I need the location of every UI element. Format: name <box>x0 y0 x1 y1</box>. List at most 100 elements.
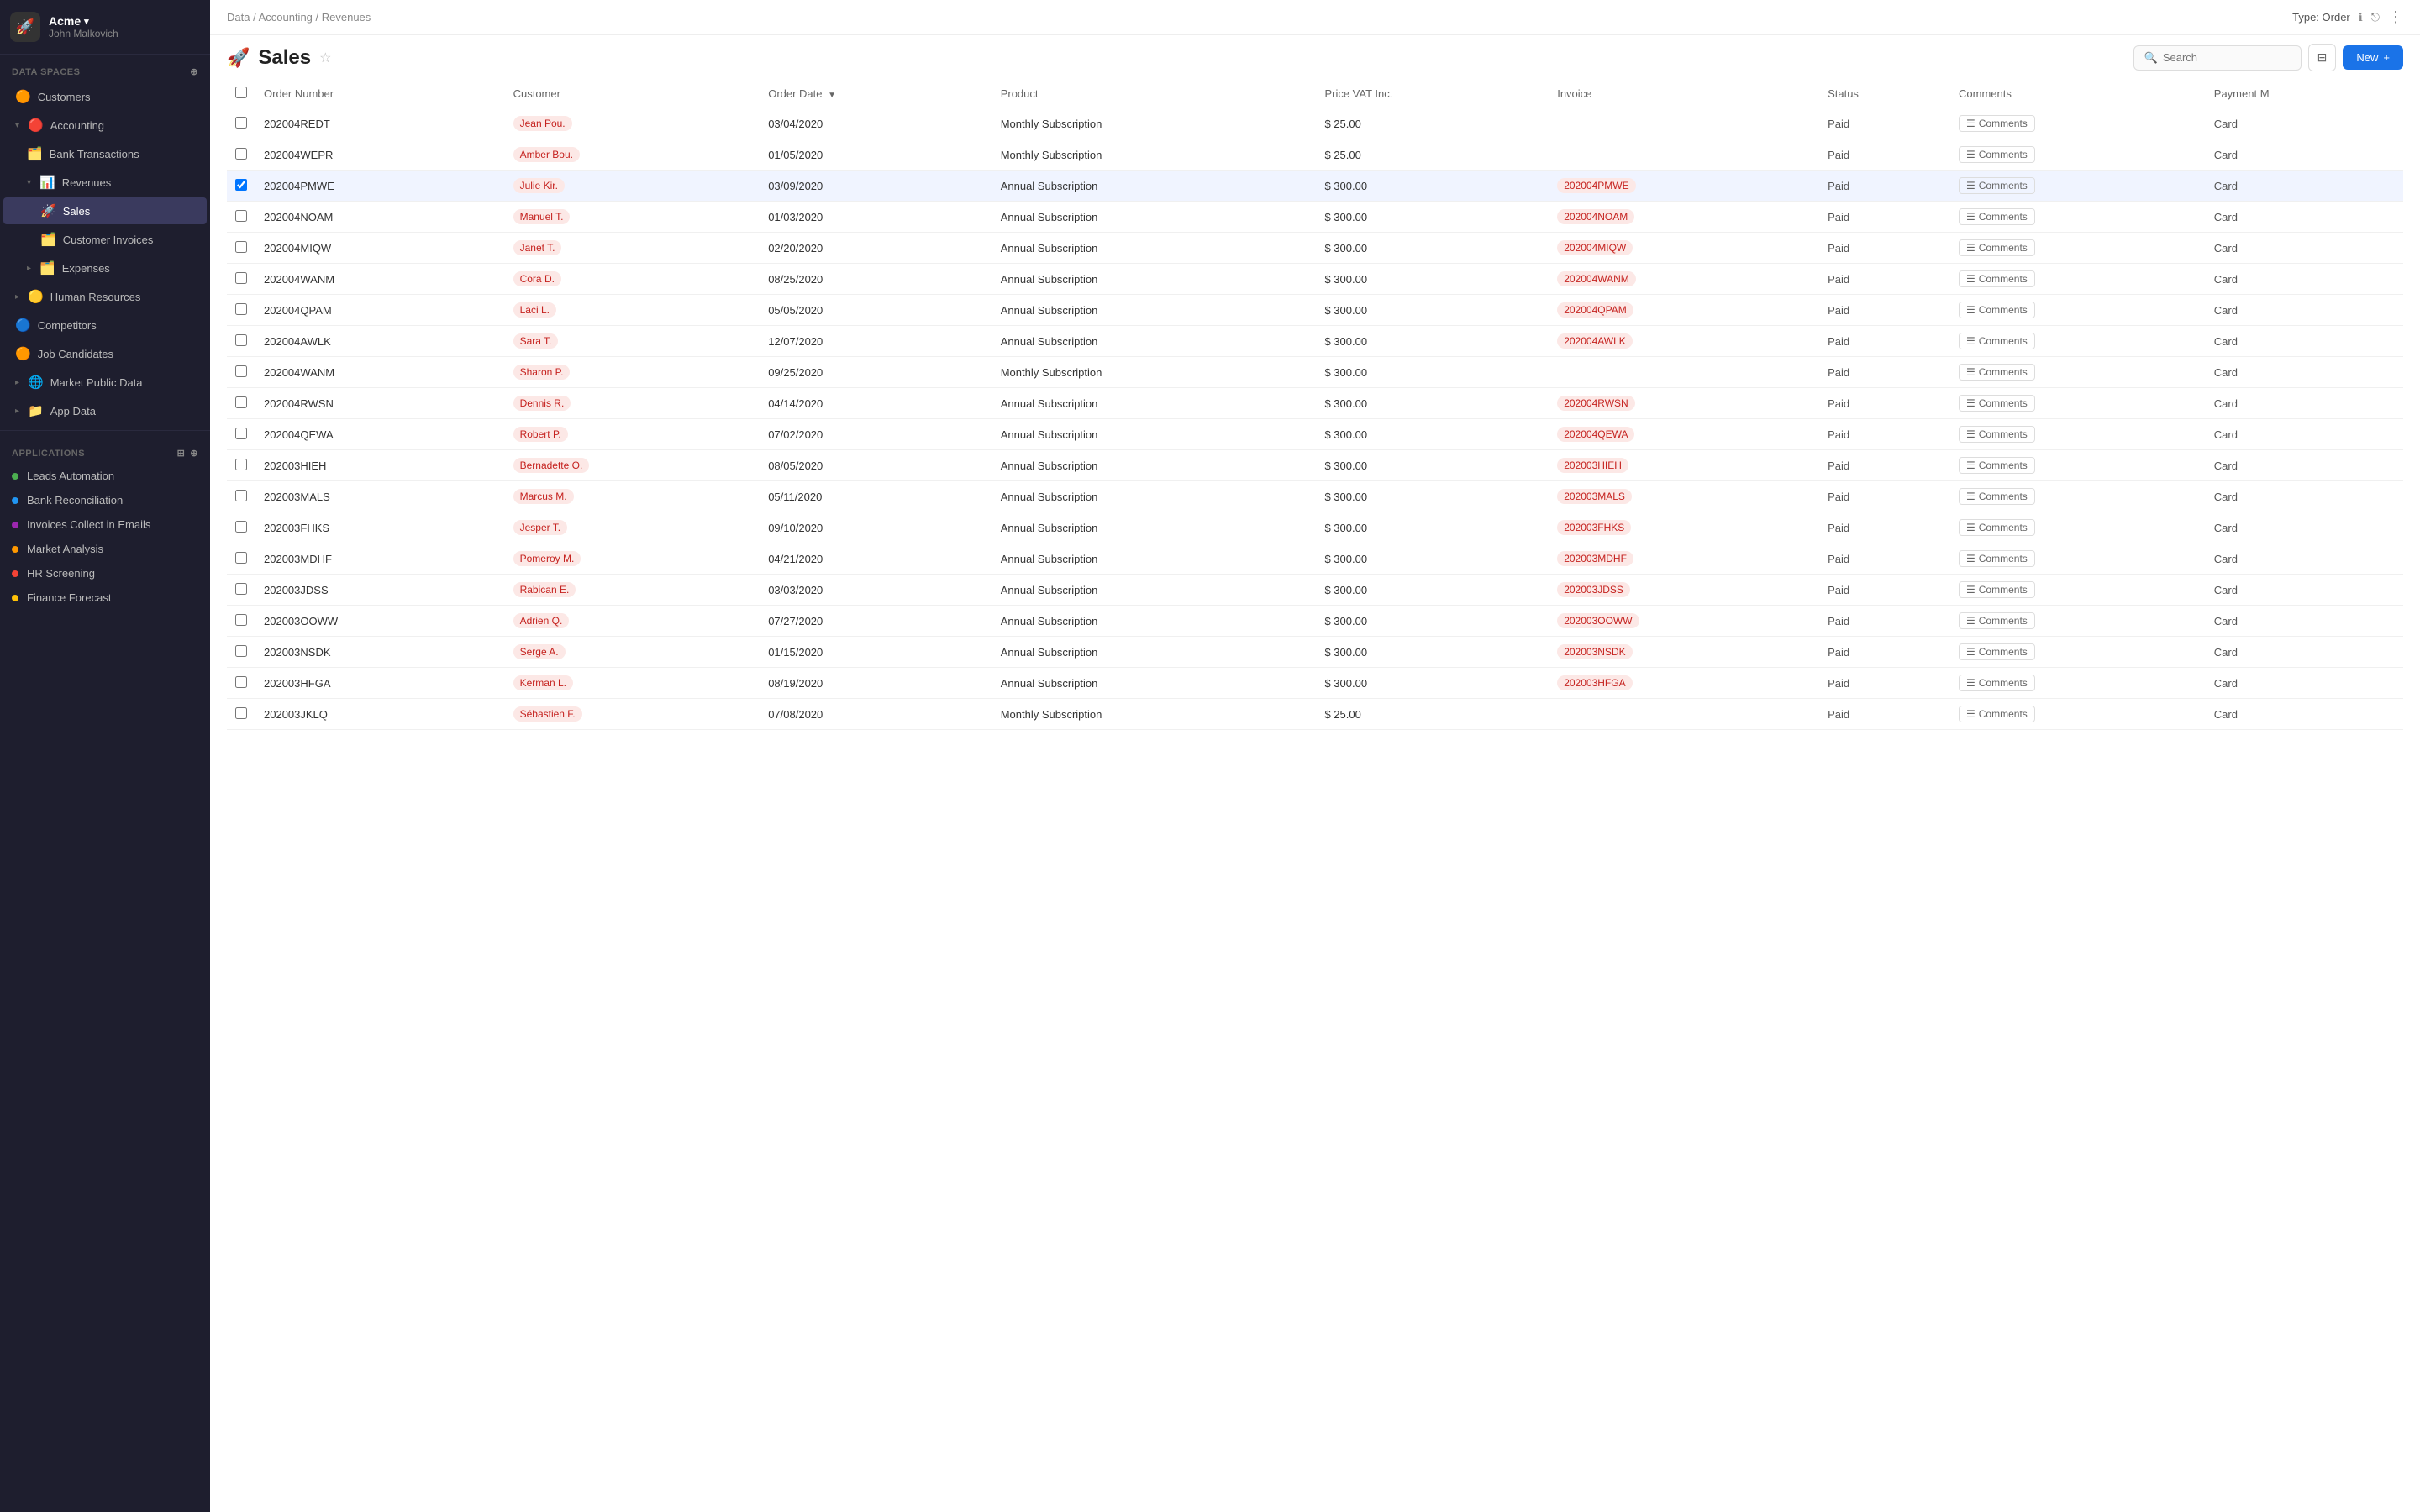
favorite-star-icon[interactable]: ☆ <box>319 50 331 66</box>
row-checkbox[interactable] <box>235 365 247 377</box>
col-order-date[interactable]: Order Date ▼ <box>760 80 992 108</box>
row-checkbox[interactable] <box>235 707 247 719</box>
row-checkbox[interactable] <box>235 241 247 253</box>
sidebar-item-customers[interactable]: 🟠 Customers <box>3 83 207 110</box>
row-checkbox-cell[interactable] <box>227 668 255 699</box>
comments-cell[interactable]: ☰ Comments <box>1950 171 2206 202</box>
row-checkbox-cell[interactable] <box>227 606 255 637</box>
comments-cell[interactable]: ☰ Comments <box>1950 264 2206 295</box>
row-checkbox[interactable] <box>235 272 247 284</box>
invoice-tag[interactable]: 202003MALS <box>1557 489 1632 504</box>
customer-tag[interactable]: Pomeroy M. <box>513 551 581 566</box>
row-checkbox-cell[interactable] <box>227 419 255 450</box>
customer-tag[interactable]: Kerman L. <box>513 675 573 690</box>
comments-button[interactable]: ☰ Comments <box>1959 643 2035 660</box>
new-button[interactable]: New + <box>2343 45 2403 70</box>
customer-tag[interactable]: Amber Bou. <box>513 147 580 162</box>
comments-button[interactable]: ☰ Comments <box>1959 395 2035 412</box>
customer-tag[interactable]: Sharon P. <box>513 365 571 380</box>
comments-button[interactable]: ☰ Comments <box>1959 146 2035 163</box>
add-data-space-icon[interactable]: ⊕ <box>190 66 198 77</box>
app-item-invoices-collect[interactable]: Invoices Collect in Emails <box>0 512 210 537</box>
org-name[interactable]: Acme ▾ <box>49 14 118 28</box>
row-checkbox[interactable] <box>235 552 247 564</box>
row-checkbox-cell[interactable] <box>227 481 255 512</box>
customer-tag[interactable]: Cora D. <box>513 271 561 286</box>
info-icon[interactable]: ℹ <box>2359 11 2363 24</box>
sidebar-item-sales[interactable]: 🚀 Sales <box>3 197 207 224</box>
customer-cell[interactable]: Sébastien F. <box>505 699 760 730</box>
row-checkbox-cell[interactable] <box>227 264 255 295</box>
invoice-tag[interactable]: 202003FHKS <box>1557 520 1631 535</box>
invoice-tag[interactable]: 202004MIQW <box>1557 240 1633 255</box>
comments-cell[interactable]: ☰ Comments <box>1950 139 2206 171</box>
sidebar-item-accounting[interactable]: ▾ 🔴 Accounting <box>3 112 207 139</box>
row-checkbox[interactable] <box>235 490 247 501</box>
customer-tag[interactable]: Serge A. <box>513 644 566 659</box>
select-all-header[interactable] <box>227 80 255 108</box>
customer-cell[interactable]: Rabican E. <box>505 575 760 606</box>
sidebar-item-competitors[interactable]: 🔵 Competitors <box>3 312 207 339</box>
comments-button[interactable]: ☰ Comments <box>1959 612 2035 629</box>
customer-tag[interactable]: Jesper T. <box>513 520 567 535</box>
comments-cell[interactable]: ☰ Comments <box>1950 357 2206 388</box>
comments-button[interactable]: ☰ Comments <box>1959 364 2035 381</box>
invoice-tag[interactable]: 202004RWSN <box>1557 396 1635 411</box>
comments-cell[interactable]: ☰ Comments <box>1950 388 2206 419</box>
customer-cell[interactable]: Janet T. <box>505 233 760 264</box>
invoice-tag[interactable]: 202003HFGA <box>1557 675 1632 690</box>
customer-tag[interactable]: Manuel T. <box>513 209 571 224</box>
customer-cell[interactable]: Dennis R. <box>505 388 760 419</box>
comments-button[interactable]: ☰ Comments <box>1959 581 2035 598</box>
invoice-tag[interactable]: 202004WANM <box>1557 271 1636 286</box>
comments-button[interactable]: ☰ Comments <box>1959 457 2035 474</box>
customer-cell[interactable]: Bernadette O. <box>505 450 760 481</box>
comments-cell[interactable]: ☰ Comments <box>1950 543 2206 575</box>
select-all-checkbox[interactable] <box>235 87 247 98</box>
customer-tag[interactable]: Sara T. <box>513 333 559 349</box>
row-checkbox[interactable] <box>235 614 247 626</box>
row-checkbox[interactable] <box>235 210 247 222</box>
comments-button[interactable]: ☰ Comments <box>1959 333 2035 349</box>
comments-cell[interactable]: ☰ Comments <box>1950 233 2206 264</box>
row-checkbox[interactable] <box>235 583 247 595</box>
row-checkbox[interactable] <box>235 645 247 657</box>
comments-cell[interactable]: ☰ Comments <box>1950 606 2206 637</box>
comments-button[interactable]: ☰ Comments <box>1959 550 2035 567</box>
customer-cell[interactable]: Manuel T. <box>505 202 760 233</box>
sidebar-item-customer-invoices[interactable]: 🗂️ Customer Invoices <box>3 226 207 253</box>
invoice-tag[interactable]: 202004QEWA <box>1557 427 1634 442</box>
share-icon[interactable]: ⎋ <box>2371 11 2380 24</box>
row-checkbox-cell[interactable] <box>227 295 255 326</box>
row-checkbox-cell[interactable] <box>227 357 255 388</box>
customer-cell[interactable]: Julie Kir. <box>505 171 760 202</box>
app-item-bank-reconciliation[interactable]: Bank Reconciliation <box>0 488 210 512</box>
row-checkbox[interactable] <box>235 179 247 191</box>
comments-button[interactable]: ☰ Comments <box>1959 208 2035 225</box>
customer-cell[interactable]: Adrien Q. <box>505 606 760 637</box>
customer-tag[interactable]: Adrien Q. <box>513 613 570 628</box>
customer-tag[interactable]: Sébastien F. <box>513 706 582 722</box>
comments-button[interactable]: ☰ Comments <box>1959 675 2035 691</box>
customer-cell[interactable]: Jean Pou. <box>505 108 760 139</box>
comments-button[interactable]: ☰ Comments <box>1959 488 2035 505</box>
invoice-tag[interactable]: 202003OOWW <box>1557 613 1639 628</box>
row-checkbox-cell[interactable] <box>227 108 255 139</box>
row-checkbox[interactable] <box>235 459 247 470</box>
comments-button[interactable]: ☰ Comments <box>1959 270 2035 287</box>
row-checkbox-cell[interactable] <box>227 543 255 575</box>
row-checkbox-cell[interactable] <box>227 699 255 730</box>
invoice-tag[interactable]: 202003NSDK <box>1557 644 1632 659</box>
comments-button[interactable]: ☰ Comments <box>1959 519 2035 536</box>
row-checkbox-cell[interactable] <box>227 171 255 202</box>
comments-button[interactable]: ☰ Comments <box>1959 239 2035 256</box>
sidebar-item-app-data[interactable]: ▸ 📁 App Data <box>3 397 207 424</box>
comments-cell[interactable]: ☰ Comments <box>1950 575 2206 606</box>
row-checkbox-cell[interactable] <box>227 388 255 419</box>
customer-tag[interactable]: Robert P. <box>513 427 568 442</box>
row-checkbox[interactable] <box>235 334 247 346</box>
invoice-tag[interactable]: 202003MDHF <box>1557 551 1634 566</box>
more-options-icon[interactable]: ⋮ <box>2388 8 2403 26</box>
app-item-hr-screening[interactable]: HR Screening <box>0 561 210 585</box>
sidebar-item-job-candidates[interactable]: 🟠 Job Candidates <box>3 340 207 367</box>
